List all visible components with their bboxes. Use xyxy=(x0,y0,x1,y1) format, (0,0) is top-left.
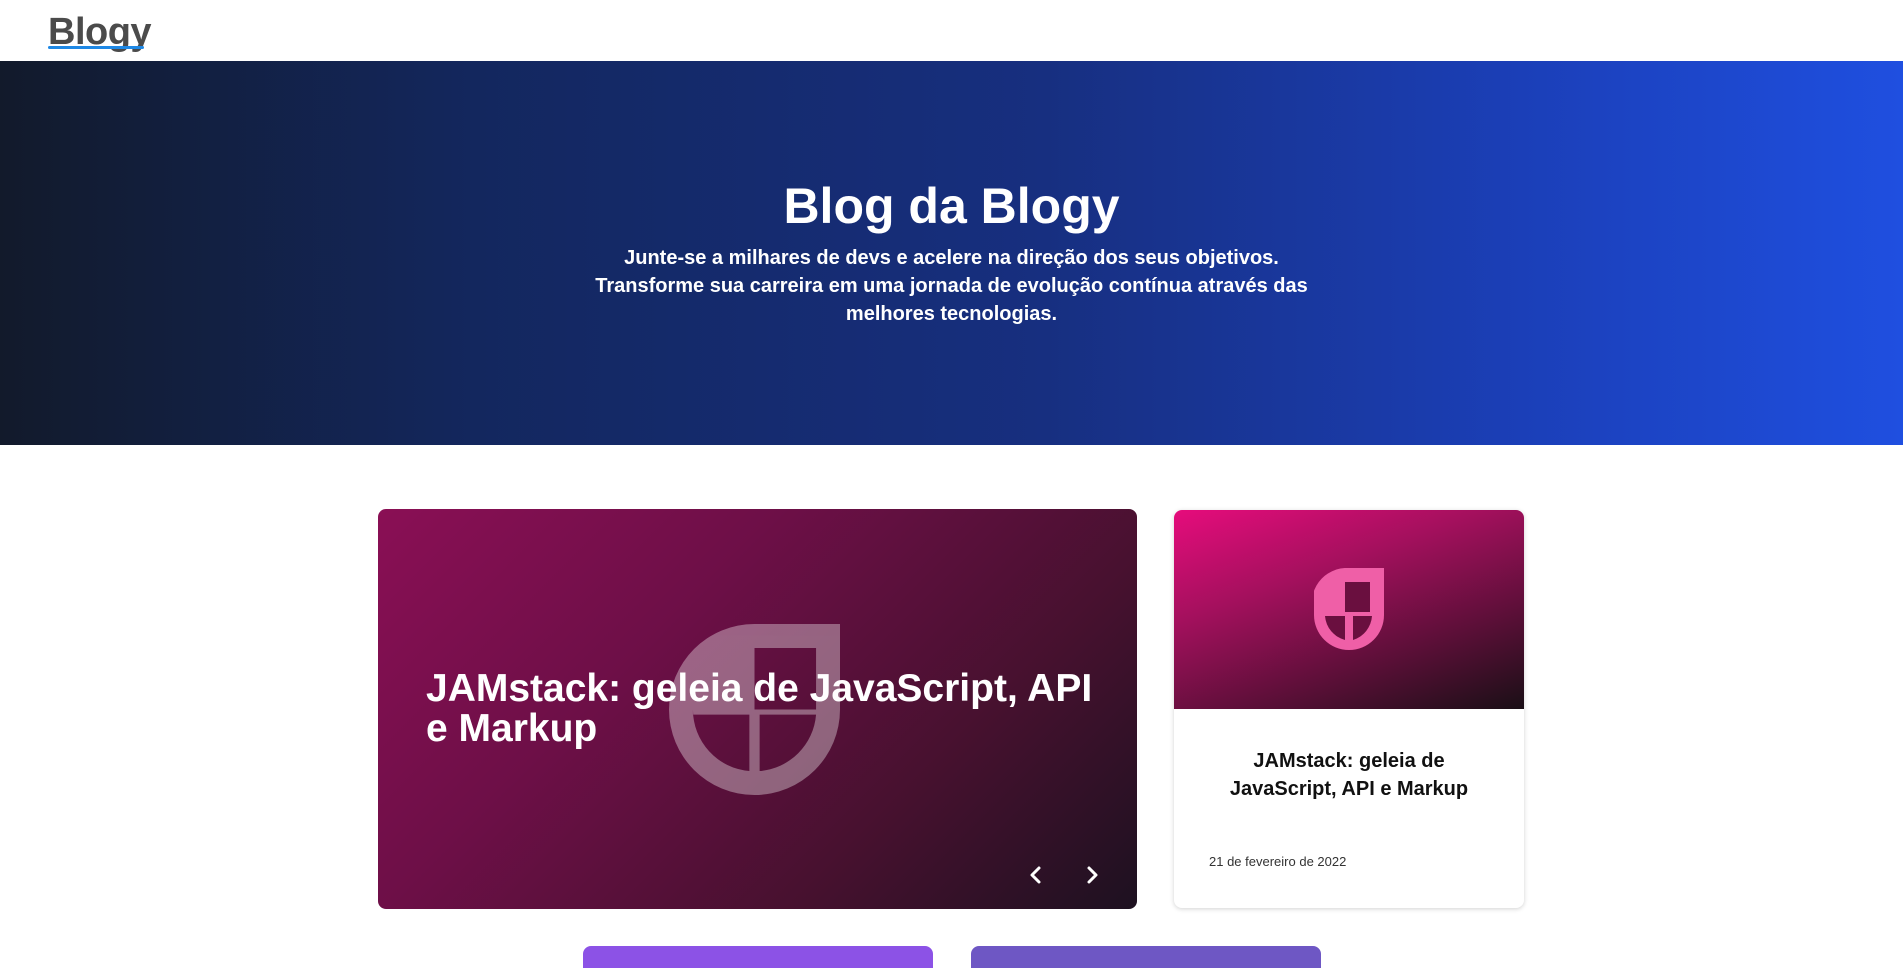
post-card-image xyxy=(1174,510,1524,709)
post-card-date: 21 de fevereiro de 2022 xyxy=(1209,854,1347,869)
chevron-left-icon xyxy=(1030,866,1041,884)
hero-banner: Blog da Blogy Junte-se a milhares de dev… xyxy=(0,61,1903,445)
shield-logo-icon xyxy=(1314,568,1384,650)
post-card[interactable]: JAMstack: geleia de JavaScript, API e Ma… xyxy=(1174,510,1524,908)
hero-subtitle: Junte-se a milhares de devs e acelere na… xyxy=(595,247,1308,325)
carousel-prev-button[interactable] xyxy=(1018,857,1054,893)
logo-underline xyxy=(48,46,144,49)
featured-post-carousel[interactable]: JAMstack: geleia de JavaScript, API e Ma… xyxy=(378,509,1137,909)
post-tile[interactable] xyxy=(971,946,1321,968)
top-navbar: Blogy xyxy=(0,0,1903,61)
chevron-right-icon xyxy=(1087,866,1098,884)
post-tile[interactable] xyxy=(583,946,933,968)
carousel-next-button[interactable] xyxy=(1074,857,1110,893)
hero-title: Blog da Blogy xyxy=(783,178,1120,234)
post-card-title[interactable]: JAMstack: geleia de JavaScript, API e Ma… xyxy=(1204,747,1494,803)
featured-post-title[interactable]: JAMstack: geleia de JavaScript, API e Ma… xyxy=(426,669,1096,749)
